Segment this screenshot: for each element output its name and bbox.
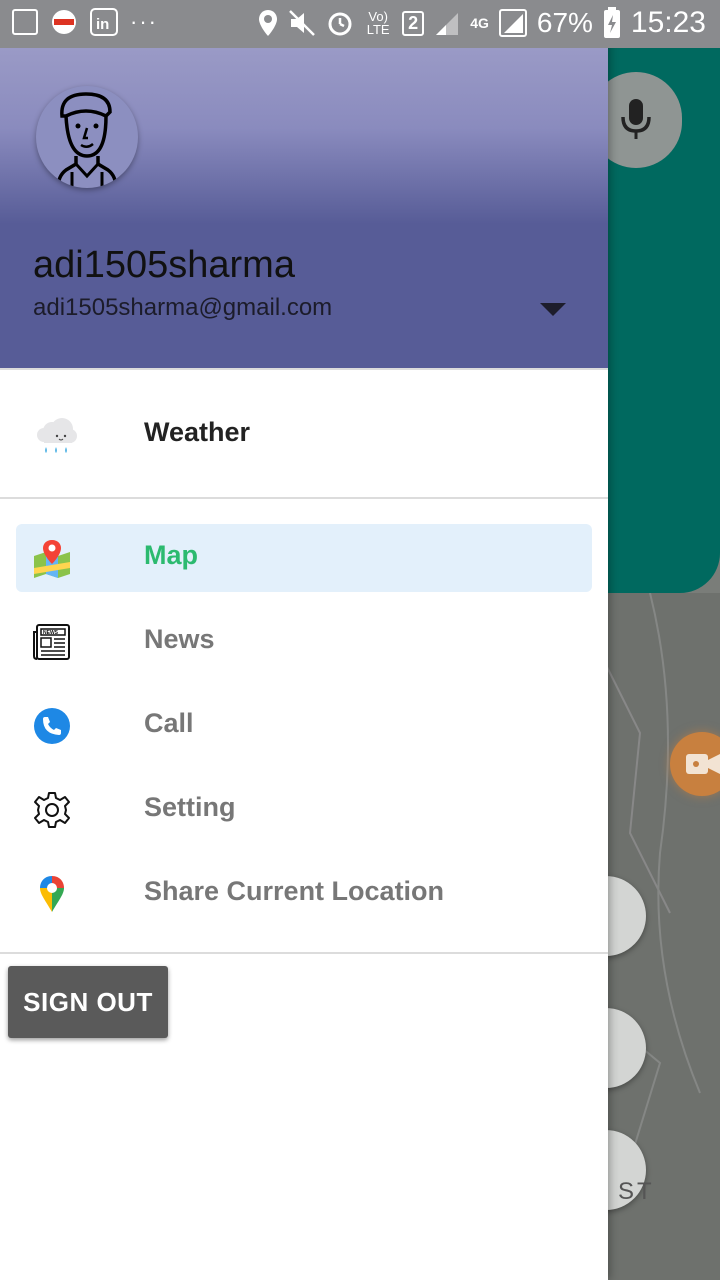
newspaper-icon: NEWS [33,624,70,660]
signal-icon-2 [498,9,527,37]
svg-text:NEWS: NEWS [43,630,59,636]
menu-label-share-location: Share Current Location [144,876,445,906]
video-camera-button[interactable] [670,732,720,796]
account-dropdown-icon[interactable] [540,303,566,316]
svg-text:in: in [96,16,109,33]
menu-item-setting[interactable]: Setting [16,776,592,844]
avatar[interactable] [36,86,138,188]
status-bar: in ··· Vo) LTE 2 4G 67% 15:23 [0,0,720,48]
menu-label-call: Call [144,708,194,738]
menu-label-news: News [144,624,215,654]
mute-icon [289,10,316,36]
navigation-drawer: adi1505sharma adi1505sharma@gmail.com We… [0,0,608,1280]
map-label: ST [618,1178,655,1205]
app-badge-icon [52,10,76,34]
account-name: adi1505sharma [33,244,295,286]
divider [0,952,608,954]
linkedin-icon: in [90,8,118,36]
signal-icon-1 [436,13,459,35]
menu-item-news[interactable]: NEWS News [16,608,592,676]
network-type: 4G [470,15,489,31]
account-email: adi1505sharma@gmail.com [33,294,333,321]
menu-label-weather: Weather [144,417,251,447]
gallery-icon [12,9,38,35]
menu-item-weather[interactable]: Weather [16,401,592,469]
system-icons: Vo) LTE 2 4G 67% 15:23 [258,6,706,40]
volte-indicator: Vo) LTE [366,9,390,37]
map-icon [34,540,70,578]
divider [0,497,608,499]
location-icon [259,10,278,36]
more-notifications-icon: ··· [130,9,158,34]
notification-icons: in ··· [12,8,158,36]
menu-item-map[interactable]: Map [16,524,592,592]
sign-out-button[interactable]: SIGN OUT [8,966,168,1038]
menu-label-map: Map [144,540,198,570]
video-camera-icon [686,754,720,774]
phone-icon [34,708,70,744]
divider [0,368,608,370]
clock: 15:23 [630,6,706,39]
battery-percent: 67% [536,7,593,38]
alarm-icon [328,12,352,36]
menu-item-call[interactable]: Call [16,692,592,760]
sim-indicator: 2 [402,10,425,36]
menu-item-share-location[interactable]: Share Current Location [16,860,592,928]
weather-icon [37,418,77,453]
drawer-header: adi1505sharma adi1505sharma@gmail.com [0,48,608,368]
gear-icon [34,792,70,828]
battery-icon [603,7,620,38]
user-avatar-icon [56,92,118,188]
google-maps-pin-icon [40,876,64,912]
menu-label-setting: Setting [144,792,236,822]
microphone-icon [621,99,651,139]
